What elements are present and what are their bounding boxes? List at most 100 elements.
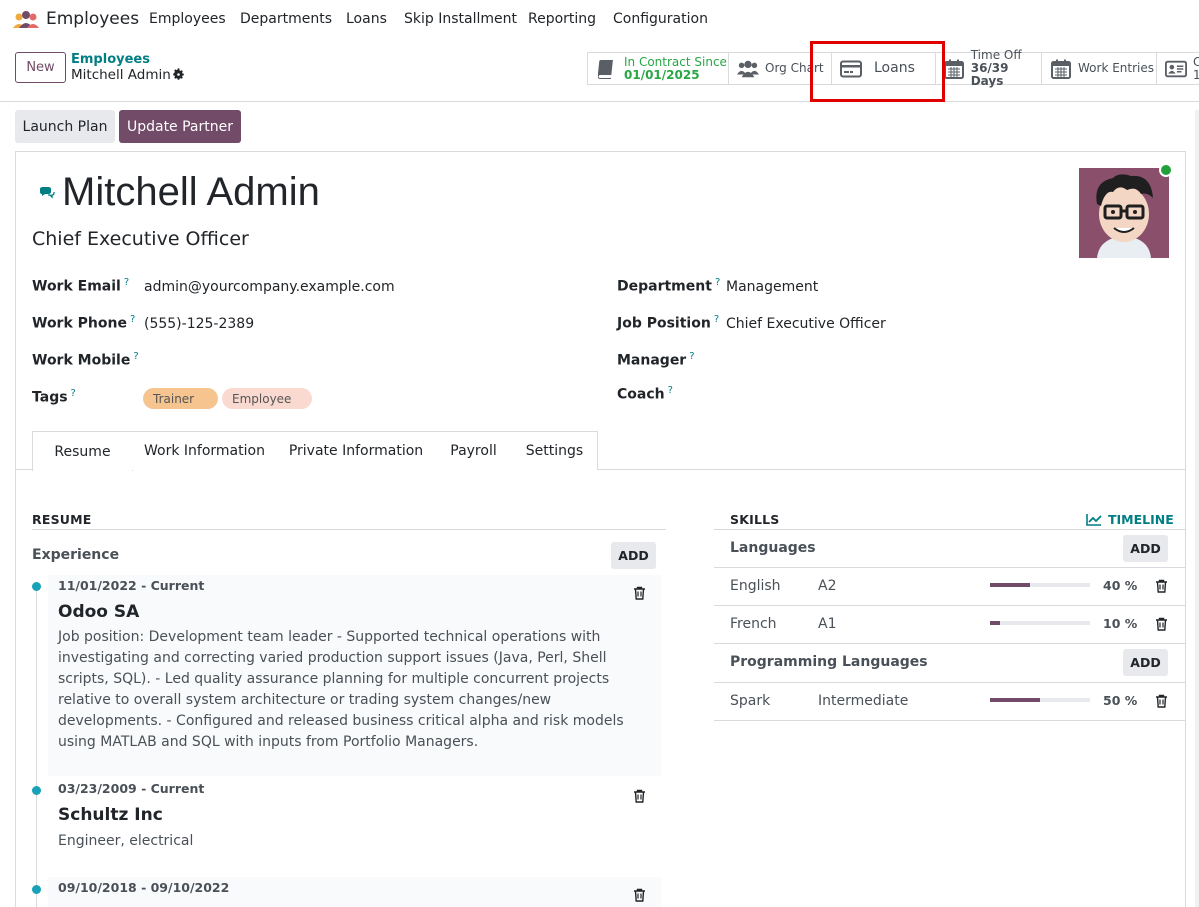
time-off-label: Time Off bbox=[970, 48, 1022, 62]
skill-progress-fill bbox=[990, 698, 1040, 702]
form-tabs: Resume Work Information Private Informat… bbox=[16, 431, 1185, 471]
skills-heading: SKILLS bbox=[730, 512, 780, 527]
contract-smart-button[interactable]: In Contract Since 01/01/2025 bbox=[588, 53, 729, 84]
loans-smart-button[interactable]: Loans bbox=[832, 53, 936, 84]
trash-icon[interactable] bbox=[1155, 694, 1168, 708]
add-skill-programming-button[interactable]: ADD bbox=[1123, 649, 1168, 676]
help-icon[interactable]: ? bbox=[689, 351, 694, 362]
page-scrollbar[interactable] bbox=[1195, 110, 1199, 907]
resume-line-title: Schultz Inc bbox=[58, 805, 163, 825]
skill-name: English bbox=[730, 578, 781, 594]
help-icon[interactable]: ? bbox=[714, 314, 719, 325]
work-phone-field[interactable]: (555)-125-2389 bbox=[144, 316, 254, 332]
work-mobile-field[interactable] bbox=[144, 353, 574, 371]
contract-since-date: 01/01/2025 bbox=[624, 67, 700, 82]
launch-plan-button[interactable]: Launch Plan bbox=[15, 110, 115, 143]
help-icon[interactable]: ? bbox=[133, 351, 138, 362]
avatar-illustration bbox=[1079, 168, 1169, 258]
tag-trainer[interactable]: Trainer bbox=[143, 388, 218, 409]
coach-label: Coach? bbox=[617, 385, 673, 403]
breadcrumb-parent[interactable]: Employees bbox=[71, 52, 150, 67]
skill-progress-label: 10 % bbox=[1103, 616, 1138, 631]
presence-indicator bbox=[1159, 163, 1173, 177]
job-position-label: Job Position? bbox=[617, 314, 720, 332]
resume-line-description: Job position: Development team leader - … bbox=[58, 629, 624, 750]
manager-field[interactable] bbox=[726, 353, 1166, 371]
timeline-dot bbox=[32, 786, 41, 795]
control-panel: New Employees Mitchell Admin In Contract… bbox=[0, 40, 1199, 102]
contract-since-label: In Contract Since bbox=[624, 54, 727, 69]
experience-label: Experience bbox=[32, 547, 120, 563]
trash-icon[interactable] bbox=[1155, 617, 1168, 631]
skill-progress-bar bbox=[990, 698, 1090, 702]
smart-buttons: In Contract Since 01/01/2025 Org Chart L… bbox=[587, 49, 1199, 88]
help-icon[interactable]: ? bbox=[715, 277, 720, 288]
coach-field[interactable] bbox=[726, 387, 1166, 405]
skills-divider bbox=[714, 605, 1186, 606]
skills-divider bbox=[714, 720, 1186, 721]
work-phone-label: Work Phone? bbox=[32, 314, 136, 332]
tab-work-information[interactable]: Work Information bbox=[132, 431, 278, 470]
resume-timeline bbox=[36, 586, 37, 907]
chat-icon[interactable] bbox=[39, 185, 55, 201]
employee-avatar[interactable] bbox=[1079, 168, 1169, 258]
employees-app-icon[interactable] bbox=[12, 10, 40, 30]
resume-line-date: 09/10/2018 - 09/10/2022 bbox=[58, 880, 230, 895]
skill-progress-fill bbox=[990, 583, 1030, 587]
department-label: Department? bbox=[617, 277, 721, 295]
skill-category-languages: Languages bbox=[730, 540, 816, 556]
gear-icon[interactable] bbox=[172, 68, 185, 81]
org-chart-smart-button[interactable]: Org Chart bbox=[729, 53, 832, 84]
help-icon[interactable]: ? bbox=[124, 277, 129, 288]
help-icon[interactable]: ? bbox=[130, 314, 135, 325]
timeline-dot bbox=[32, 582, 41, 591]
menu-reporting[interactable]: Reporting bbox=[528, 11, 596, 27]
resume-line-title: Odoo SA bbox=[58, 602, 140, 622]
add-experience-button[interactable]: ADD bbox=[611, 542, 656, 569]
add-skill-languages-button[interactable]: ADD bbox=[1123, 535, 1168, 562]
tab-settings[interactable]: Settings bbox=[512, 431, 598, 470]
menu-loans[interactable]: Loans bbox=[346, 11, 387, 27]
app-title[interactable]: Employees bbox=[46, 9, 139, 29]
resume-line-date: 11/01/2022 - Current bbox=[58, 578, 205, 593]
tab-payroll[interactable]: Payroll bbox=[435, 431, 513, 470]
help-icon[interactable]: ? bbox=[668, 385, 673, 396]
trash-icon[interactable] bbox=[1155, 579, 1168, 593]
contracts-smart-button[interactable]: C 1 bbox=[1157, 53, 1199, 84]
menu-employees[interactable]: Employees bbox=[149, 11, 226, 27]
skill-level: A2 bbox=[818, 578, 837, 594]
tag-employee[interactable]: Employee bbox=[222, 388, 312, 409]
update-partner-button[interactable]: Update Partner bbox=[119, 110, 241, 143]
time-off-smart-button[interactable]: Time Off 36/39 Days bbox=[936, 49, 1042, 88]
skill-level: Intermediate bbox=[818, 693, 909, 709]
menu-configuration[interactable]: Configuration bbox=[613, 11, 708, 27]
new-button[interactable]: New bbox=[15, 52, 66, 83]
skill-progress-bar bbox=[990, 621, 1090, 625]
work-entries-smart-button[interactable]: Work Entries bbox=[1042, 53, 1157, 84]
help-icon[interactable]: ? bbox=[71, 388, 76, 399]
employee-name[interactable]: Mitchell Admin bbox=[62, 170, 320, 215]
work-mobile-label: Work Mobile? bbox=[32, 351, 139, 369]
users-icon bbox=[737, 58, 759, 80]
line-chart-icon bbox=[1086, 514, 1102, 526]
tab-private-information[interactable]: Private Information bbox=[277, 431, 436, 470]
time-off-value: 36/39 Days bbox=[970, 61, 1009, 88]
menu-departments[interactable]: Departments bbox=[240, 11, 332, 27]
department-field[interactable]: Management bbox=[726, 279, 818, 295]
trash-icon[interactable] bbox=[633, 888, 646, 902]
skills-timeline-link[interactable]: TIMELINE bbox=[1086, 512, 1174, 527]
skill-progress-label: 40 % bbox=[1103, 578, 1138, 593]
job-position-field[interactable]: Chief Executive Officer bbox=[726, 316, 886, 332]
trash-icon[interactable] bbox=[633, 789, 646, 803]
menu-skip-installment[interactable]: Skip Installment bbox=[404, 11, 517, 27]
resume-line-description: Engineer, electrical bbox=[58, 833, 194, 849]
loans-label: Loans bbox=[874, 60, 915, 76]
trash-icon[interactable] bbox=[633, 586, 646, 600]
work-email-field[interactable]: admin@yourcompany.example.com bbox=[144, 279, 395, 295]
skills-divider bbox=[714, 567, 1186, 568]
employee-job-title[interactable]: Chief Executive Officer bbox=[32, 228, 249, 250]
work-email-label: Work Email? bbox=[32, 277, 130, 295]
tab-resume[interactable]: Resume bbox=[32, 431, 133, 471]
contracts-label-partial: C bbox=[1193, 54, 1199, 69]
skills-divider bbox=[714, 529, 1186, 530]
